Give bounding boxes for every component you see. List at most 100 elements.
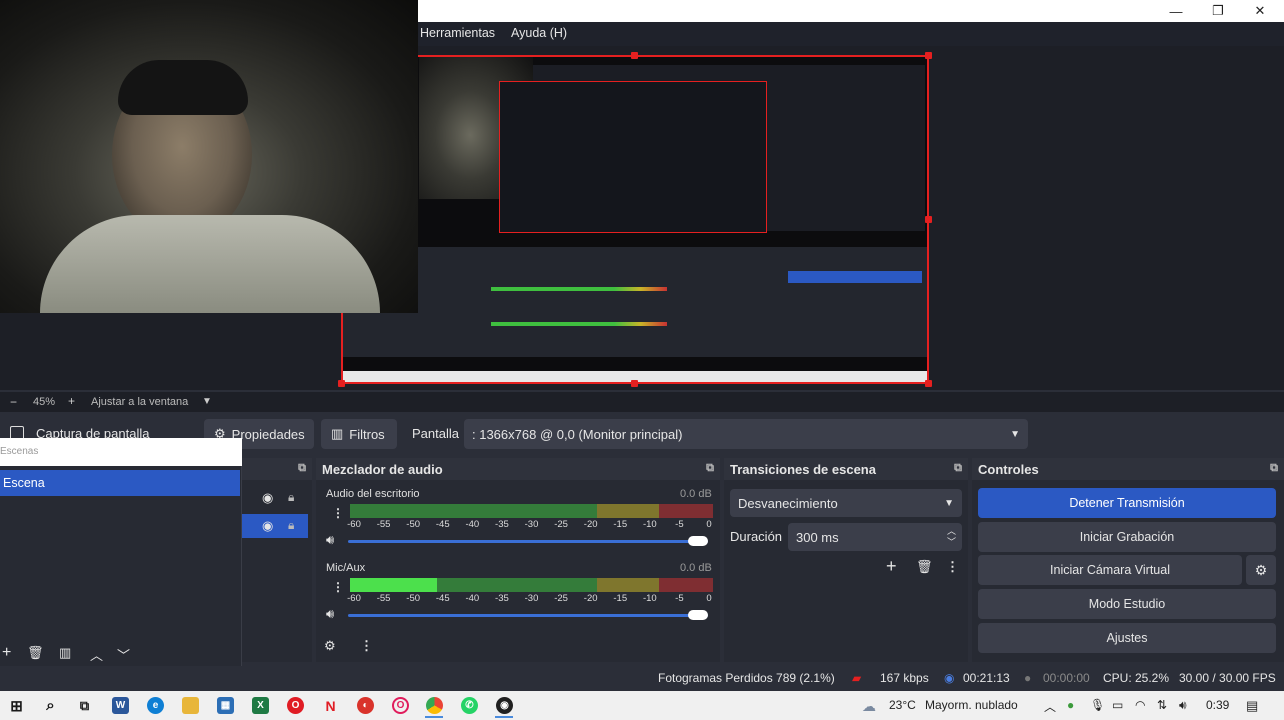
weather-desc[interactable]: Mayorm. nublado <box>925 698 1018 712</box>
meter-tick-label: -15 <box>613 519 628 530</box>
bitrate: 167 kbps <box>880 671 929 685</box>
kebab-menu-icon[interactable]: ⋮ <box>360 638 373 654</box>
zoom-in-button[interactable]: + <box>68 394 75 408</box>
zoom-out-button[interactable]: − <box>10 395 17 409</box>
virtual-camera-settings-button[interactable]: ⚙ <box>1246 555 1276 585</box>
float-icon[interactable]: ⧉ <box>706 462 714 475</box>
spin-arrows-icon[interactable]: ︿ ﹀ <box>947 526 956 548</box>
netflix-icon[interactable]: N <box>322 697 339 714</box>
clock[interactable]: 0:39 <box>1206 698 1229 712</box>
wifi-icon[interactable]: ◠ <box>1135 698 1145 712</box>
filters-button[interactable]: ▥ Filtros <box>321 419 397 449</box>
word-icon[interactable]: W <box>112 697 129 714</box>
resize-handle[interactable] <box>925 52 932 59</box>
opera-gx-icon[interactable]: O <box>392 697 409 714</box>
eye-icon[interactable]: ◉ <box>262 518 273 534</box>
webcam-window <box>0 0 418 313</box>
scene-item[interactable]: Escena <box>0 470 240 496</box>
tray-app-icon[interactable]: ● <box>1067 698 1074 712</box>
notifications-icon[interactable]: ▤ <box>1246 698 1258 714</box>
edge-icon[interactable]: e <box>147 697 164 714</box>
opera-icon[interactable]: O <box>287 697 304 714</box>
trash-icon[interactable]: 🗑︎ <box>916 559 933 575</box>
trash-icon[interactable]: 🗑︎ <box>27 645 44 661</box>
zoom-dropdown-icon[interactable]: ▼ <box>202 396 212 407</box>
maximize-button[interactable]: ❐ <box>1196 0 1240 22</box>
transitions-header: Transiciones de escena ⧉ <box>724 458 968 480</box>
chevron-up-icon[interactable]: ︿ <box>1044 698 1056 715</box>
weather-temp[interactable]: 23°C <box>889 698 916 712</box>
meter-tick-label: -35 <box>495 593 509 604</box>
preview-canvas[interactable] <box>341 55 929 384</box>
source-item-selected[interactable] <box>242 514 308 538</box>
menu-tools[interactable]: Herramientas <box>420 26 495 40</box>
dropped-frames: Fotogramas Perdidos 789 (2.1%) <box>658 671 835 685</box>
stop-streaming-button[interactable]: Detener Transmisión <box>978 488 1276 518</box>
resize-handle[interactable] <box>925 380 932 387</box>
whatsapp-icon[interactable]: ✆ <box>461 697 478 714</box>
volume-slider[interactable] <box>348 614 708 617</box>
meter-tick-label: -30 <box>524 593 539 604</box>
eye-icon[interactable]: ◉ <box>262 490 273 506</box>
chevron-up-icon[interactable]: ︿ <box>90 645 103 664</box>
scenes-title: Escenas <box>0 438 242 466</box>
chrome-icon[interactable] <box>426 697 443 714</box>
resize-handle[interactable] <box>338 380 345 387</box>
minimize-button[interactable]: — <box>1154 0 1198 22</box>
volume-icon[interactable]: 🔊︎ <box>1179 698 1187 713</box>
add-scene-button[interactable]: + <box>2 644 11 662</box>
meter-tick-label: -10 <box>642 593 657 604</box>
volume-slider-thumb[interactable] <box>688 610 708 620</box>
kebab-menu-icon[interactable]: ⋮ <box>332 506 344 520</box>
chevron-down-icon[interactable]: ﹀ <box>117 645 130 664</box>
duration-label: Duración <box>730 529 783 544</box>
microphone-icon[interactable]: 🎙︎ <box>1090 698 1105 712</box>
resize-handle[interactable] <box>631 380 638 387</box>
float-icon[interactable]: ⧉ <box>298 462 306 475</box>
lock-icon[interactable]: 🔒︎ <box>288 490 294 505</box>
volume-slider[interactable] <box>348 540 708 543</box>
network-icon[interactable]: ⇅ <box>1157 698 1167 712</box>
duration-spinbox[interactable]: 300 ms ︿ ﹀ <box>788 523 962 551</box>
meter-segment <box>596 504 659 518</box>
obs-icon[interactable]: ◉ <box>496 697 513 714</box>
close-button[interactable]: ✕ <box>1238 0 1282 22</box>
task-view-icon[interactable]: ⧉ <box>76 697 93 714</box>
advanced-audio-icon[interactable]: ⚙ <box>324 638 336 654</box>
speaker-icon[interactable]: 🔊︎ <box>326 606 334 622</box>
active-app-indicator <box>425 716 443 718</box>
menu-help[interactable]: Ayuda (H) <box>511 26 567 40</box>
controls-title: Controles <box>978 461 1039 477</box>
record-icon: ● <box>1024 671 1032 685</box>
float-icon[interactable]: ⧉ <box>1270 462 1278 475</box>
store-icon[interactable]: ▦ <box>217 697 234 714</box>
volume-meter <box>350 578 713 592</box>
transition-select[interactable]: Desvanecimiento ▼ <box>730 489 962 517</box>
studio-mode-button[interactable]: Modo Estudio <box>978 589 1276 619</box>
resize-handle[interactable] <box>925 216 932 223</box>
windows-start-icon[interactable]: ⊞ <box>8 697 25 715</box>
kebab-menu-icon[interactable]: ⋮ <box>332 580 344 594</box>
resize-handle[interactable] <box>631 52 638 59</box>
kebab-menu-icon[interactable]: ⋮ <box>946 559 959 575</box>
app-icon[interactable]: ◐ <box>357 697 374 714</box>
start-recording-button[interactable]: Iniciar Grabación <box>978 522 1276 552</box>
fit-window-button[interactable]: Ajustar a la ventana <box>91 396 188 408</box>
search-icon[interactable]: ⌕ <box>42 697 59 714</box>
file-explorer-icon[interactable] <box>182 697 199 714</box>
add-transition-button[interactable]: + <box>886 556 897 577</box>
transition-value: Desvanecimiento <box>738 495 838 511</box>
start-virtual-camera-button[interactable]: Iniciar Cámara Virtual <box>978 555 1242 585</box>
volume-slider-thumb[interactable] <box>688 536 708 546</box>
filter-icon: ▥ <box>331 426 344 441</box>
display-select[interactable]: : 1366x768 @ 0,0 (Monitor principal) ▼ <box>464 419 1028 449</box>
filter-icon[interactable]: ▥ <box>59 645 71 661</box>
active-app-indicator <box>495 716 513 718</box>
lock-icon[interactable]: 🔒︎ <box>288 518 294 533</box>
excel-icon[interactable]: X <box>252 697 269 714</box>
settings-button[interactable]: Ajustes <box>978 623 1276 653</box>
nested-docks <box>343 247 927 357</box>
float-icon[interactable]: ⧉ <box>954 462 962 475</box>
battery-icon[interactable]: ▭ <box>1112 698 1123 712</box>
speaker-icon[interactable]: 🔊︎ <box>326 532 334 548</box>
